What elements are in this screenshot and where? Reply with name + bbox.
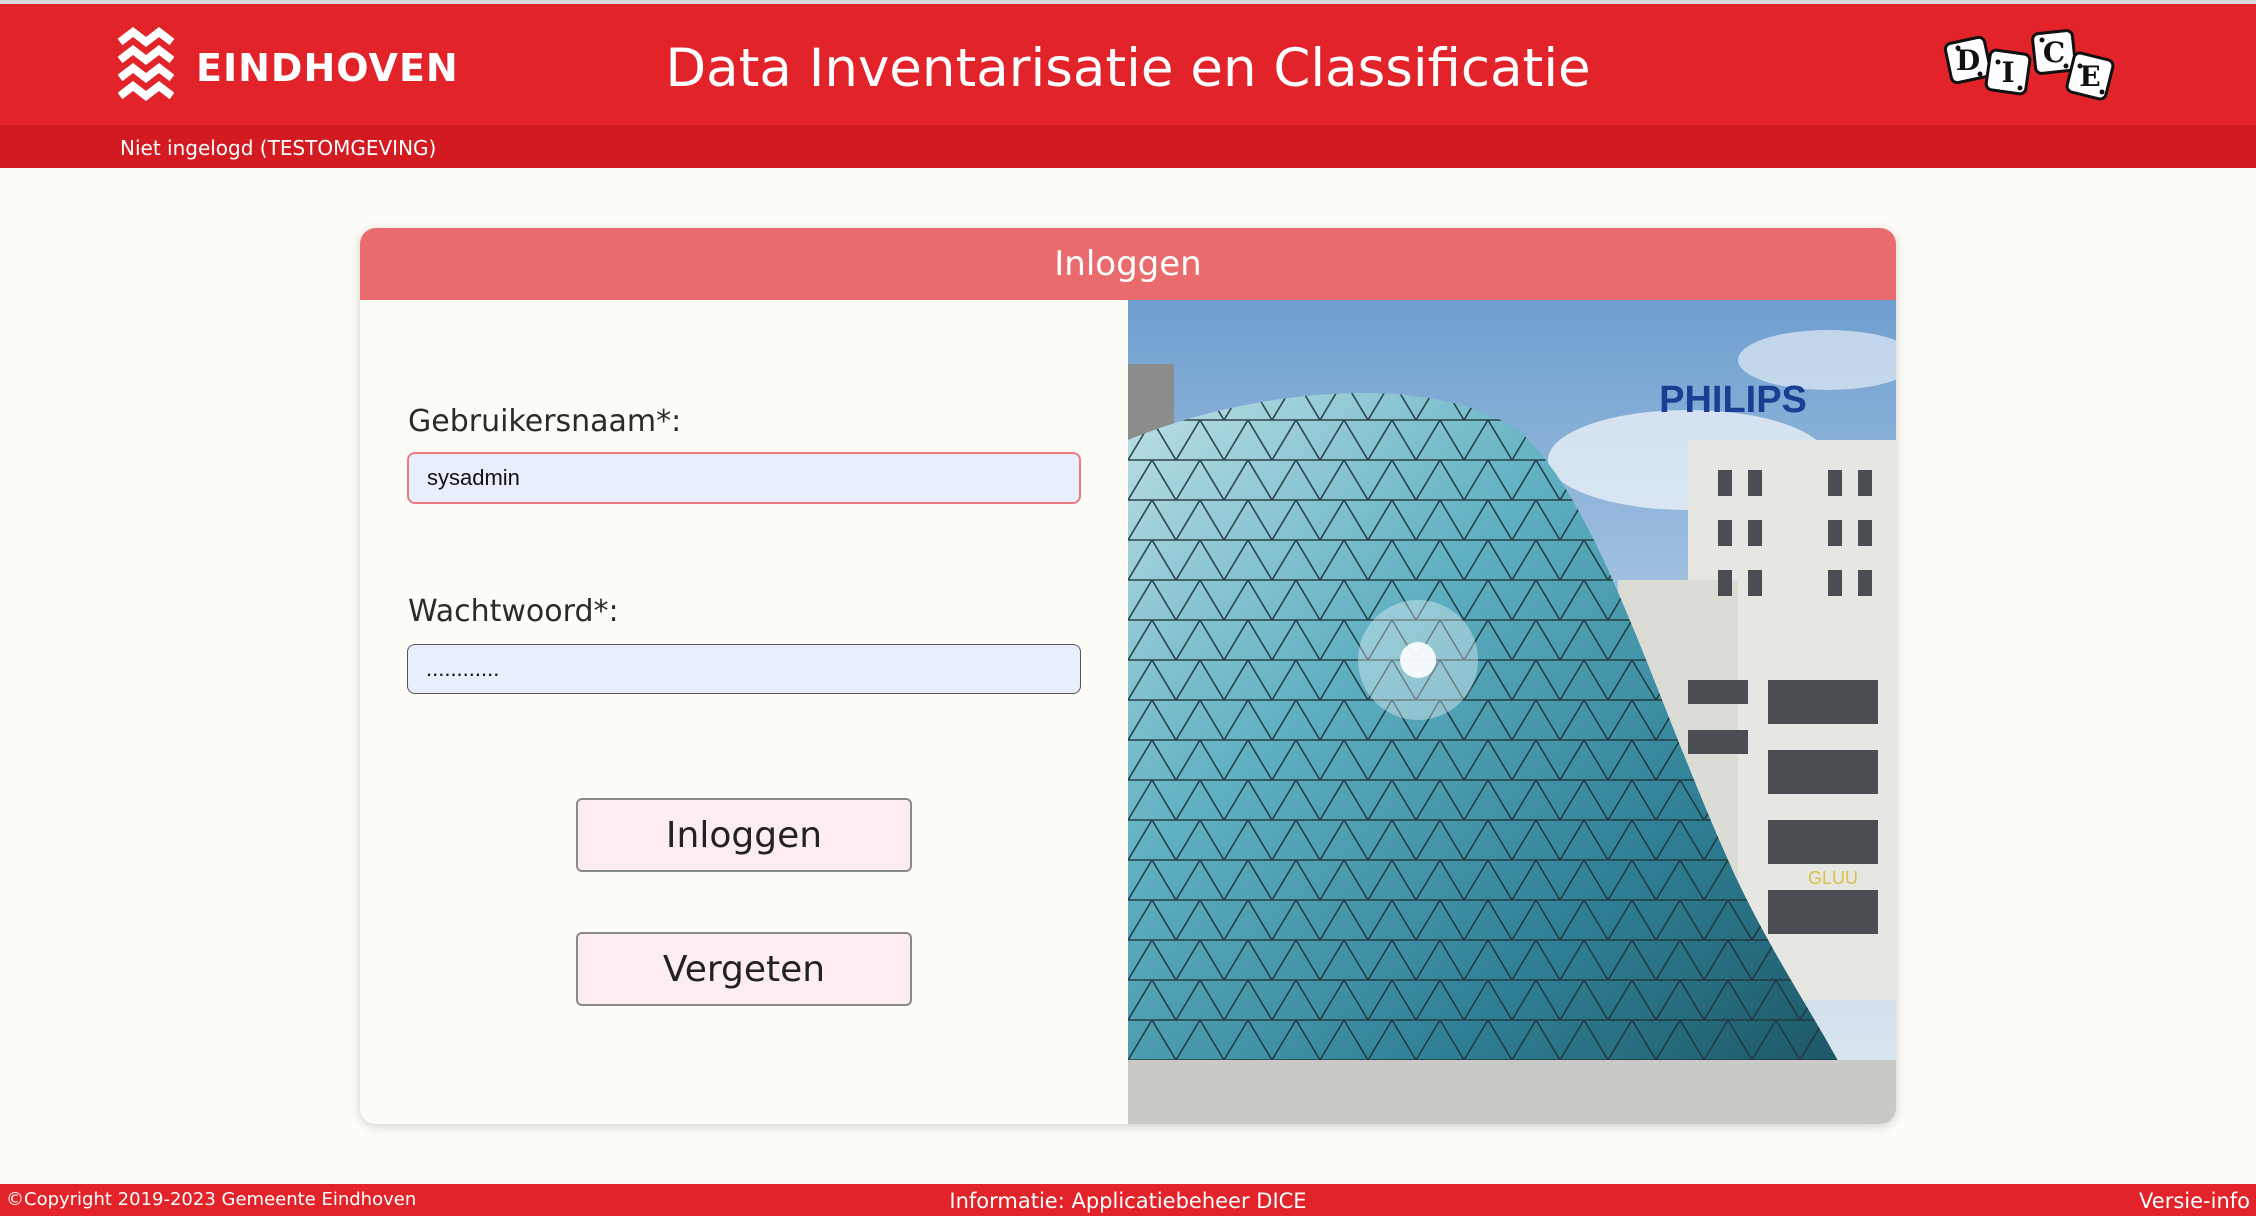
philips-sign: PHILIPS <box>1659 379 1807 421</box>
dice-letter-i: I <box>2001 56 2014 89</box>
shop-sign: GLUU <box>1808 868 1858 888</box>
password-field[interactable] <box>407 644 1081 694</box>
login-card: Inloggen Gebruikersnaam*: Wachtwoord*: I… <box>360 228 1896 1124</box>
login-button[interactable]: Inloggen <box>576 798 912 872</box>
login-card-header: Inloggen <box>360 228 1896 300</box>
info-text: Informatie: Applicatiebeheer DICE <box>949 1189 1307 1213</box>
app-footer: ©Copyright 2019-2023 Gemeente Eindhoven … <box>0 1184 2256 1216</box>
forgot-button[interactable]: Vergeten <box>576 932 912 1006</box>
eindhoven-blob-photo: PHILIPS GLUU <box>1128 300 1896 1124</box>
username-label: Gebruikersnaam*: <box>408 404 682 439</box>
dice-logo-icon: D I C E <box>1943 29 2115 101</box>
username-field[interactable] <box>407 452 1081 504</box>
login-card-title: Inloggen <box>1054 244 1202 284</box>
login-status-text: Niet ingelogd (TESTOMGEVING) <box>120 136 437 160</box>
version-info-link[interactable]: Versie-info <box>2139 1189 2250 1213</box>
dice-letter-c: C <box>2043 36 2065 69</box>
app-header: EINDHOVEN Data Inventarisatie en Classif… <box>0 4 2256 125</box>
app-title: Data Inventarisatie en Classificatie <box>665 38 1591 99</box>
password-label: Wachtwoord*: <box>408 594 619 629</box>
dice-letter-e: E <box>2079 60 2100 93</box>
